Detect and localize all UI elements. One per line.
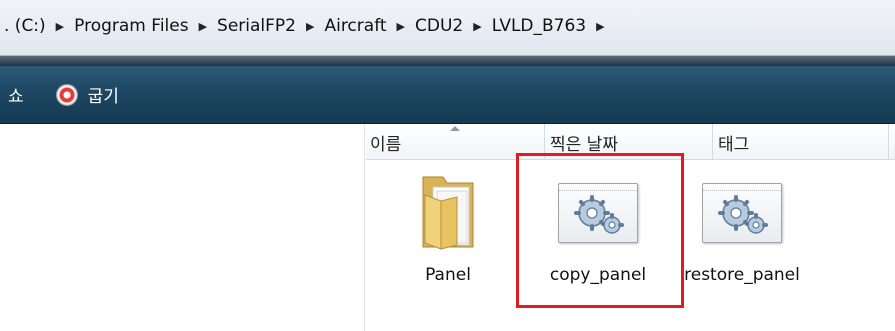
breadcrumb-arrow-icon[interactable]: ▶ — [391, 20, 411, 33]
breadcrumb-arrow-icon[interactable]: ▶ — [193, 20, 213, 33]
breadcrumb-arrow-icon[interactable]: ▶ — [590, 20, 610, 33]
gears-config-icon — [702, 183, 782, 243]
column-divider[interactable] — [888, 124, 889, 160]
column-header-tags[interactable]: 태그 — [714, 124, 884, 160]
sort-ascending-icon — [450, 126, 460, 131]
breadcrumb-serialfp2[interactable]: SerialFP2 — [213, 16, 300, 36]
command-bar: 쇼 굽기 — [0, 66, 895, 124]
breadcrumb-arrow-icon[interactable]: ▶ — [300, 20, 320, 33]
burn-disc-icon — [55, 83, 78, 106]
breadcrumb: . (C:) ▶ Program Files ▶ SerialFP2 ▶ Air… — [0, 6, 611, 46]
command-burn-button[interactable]: 굽기 — [52, 75, 123, 115]
column-header-name-label: 이름 — [370, 134, 402, 155]
explorer-content: 이름 찍은 날짜 태그 Panel copy_panel restore_pan… — [0, 124, 895, 331]
column-header-date-taken[interactable]: 찍은 날짜 — [546, 124, 710, 160]
breadcrumb-program-files[interactable]: Program Files — [70, 16, 192, 36]
column-divider[interactable] — [544, 124, 545, 160]
breadcrumb-aircraft[interactable]: Aircraft — [320, 16, 390, 36]
file-name: Panel — [425, 265, 471, 285]
window-divider — [0, 56, 895, 66]
column-divider[interactable] — [712, 124, 713, 160]
column-header-date-label: 찍은 날짜 — [550, 134, 618, 155]
breadcrumb-arrow-icon[interactable]: ▶ — [50, 20, 70, 33]
command-slideshow-label: 쇼 — [8, 87, 24, 107]
command-slideshow-button[interactable]: 쇼 — [4, 75, 28, 115]
command-burn-label: 굽기 — [87, 87, 119, 107]
file-item-restore-panel[interactable]: restore_panel — [672, 161, 812, 331]
file-name: copy_panel — [549, 265, 647, 285]
gears-config-icon — [558, 183, 638, 243]
column-header-tags-label: 태그 — [718, 134, 750, 155]
file-name: restore_panel — [684, 265, 800, 285]
folder-icon — [422, 176, 474, 250]
breadcrumb-drive[interactable]: . (C:) — [0, 16, 50, 36]
column-headers: 이름 찍은 날짜 태그 — [366, 124, 895, 160]
address-bar[interactable]: . (C:) ▶ Program Files ▶ SerialFP2 ▶ Air… — [0, 0, 895, 56]
file-item-panel[interactable]: Panel — [378, 161, 518, 331]
breadcrumb-lvld-b763[interactable]: LVLD_B763 — [488, 16, 590, 36]
file-list[interactable]: Panel copy_panel restore_panel — [366, 161, 895, 331]
breadcrumb-arrow-icon[interactable]: ▶ — [467, 20, 487, 33]
file-item-copy-panel[interactable]: copy_panel — [528, 161, 668, 331]
navigation-pane[interactable] — [0, 124, 365, 331]
breadcrumb-cdu2[interactable]: CDU2 — [411, 16, 467, 36]
